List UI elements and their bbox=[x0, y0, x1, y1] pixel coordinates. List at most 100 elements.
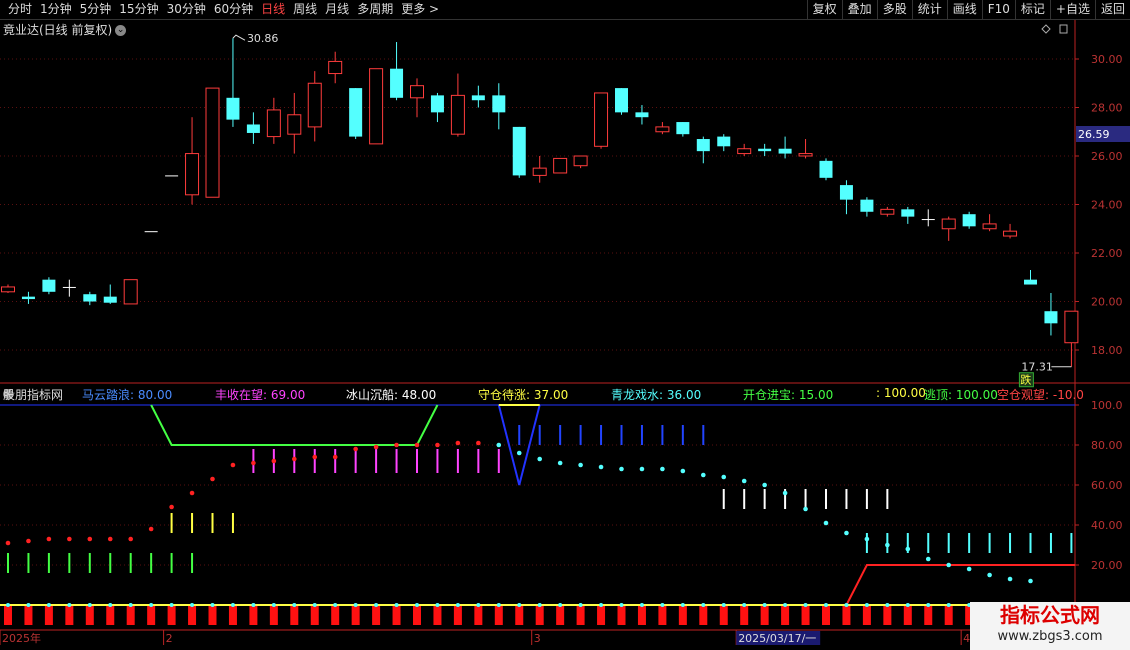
candle-body bbox=[615, 88, 628, 113]
indicator-dot bbox=[946, 562, 951, 568]
indicator-value-label: 守仓待涨: 37.00 bbox=[478, 388, 569, 402]
bottom-bar bbox=[699, 605, 708, 625]
indicator-dot bbox=[578, 462, 583, 468]
zero-dot bbox=[435, 603, 440, 607]
candle-body bbox=[982, 223, 997, 230]
candle-body bbox=[144, 231, 158, 233]
indicator-value-label: 空仓观望: -10.0 bbox=[997, 388, 1084, 402]
candle-body bbox=[287, 114, 302, 135]
indicator-dot bbox=[823, 520, 829, 526]
candle-body bbox=[635, 112, 649, 118]
indicator-dot bbox=[516, 450, 522, 456]
candle-body bbox=[62, 286, 76, 288]
zero-dot bbox=[762, 603, 767, 607]
bottom-bar bbox=[413, 605, 421, 625]
indicator-dot bbox=[1007, 576, 1013, 582]
watermark-title: 指标公式网 bbox=[1000, 603, 1100, 627]
indicator-dot bbox=[455, 440, 461, 446]
candle-body bbox=[410, 85, 424, 99]
zero-dot bbox=[455, 603, 460, 607]
zero-dot bbox=[333, 603, 338, 607]
indicator-dot bbox=[292, 456, 297, 462]
candle-body bbox=[328, 60, 343, 75]
zero-dot bbox=[87, 603, 92, 607]
bottom-bar bbox=[617, 605, 626, 625]
bottom-bar bbox=[188, 605, 197, 625]
indicator-dot bbox=[373, 444, 379, 450]
candle-body bbox=[1064, 310, 1079, 344]
indicator-dot bbox=[639, 466, 645, 472]
zero-dot bbox=[742, 603, 747, 607]
bottom-bar bbox=[637, 605, 646, 625]
candle-body bbox=[512, 126, 526, 176]
bottom-bar bbox=[372, 605, 381, 625]
y-tick-label: 20.00 bbox=[1091, 296, 1123, 309]
y-tick-label: 28.00 bbox=[1091, 102, 1123, 115]
candle-body bbox=[819, 160, 833, 178]
bottom-bar bbox=[678, 605, 687, 625]
indicator-dot bbox=[680, 468, 686, 474]
indicator-value-label: : 100.00 bbox=[876, 386, 926, 400]
y-tick-label: 26.00 bbox=[1091, 150, 1123, 163]
bottom-bar bbox=[167, 605, 176, 625]
window-icon bbox=[1059, 24, 1068, 34]
candle-body bbox=[266, 109, 281, 138]
candle-body bbox=[901, 209, 915, 217]
indicator-dot bbox=[46, 536, 52, 542]
indicator-dot bbox=[803, 506, 808, 512]
candle-body bbox=[1003, 230, 1018, 237]
bottom-bar bbox=[924, 605, 933, 625]
candle-body bbox=[778, 148, 792, 154]
indicator-dot bbox=[26, 538, 31, 544]
indicator-dot bbox=[87, 536, 93, 542]
bottom-bar bbox=[126, 605, 135, 625]
bottom-bar bbox=[883, 605, 892, 625]
x-tick-label: 2025年 bbox=[2, 631, 41, 645]
watermark-url: www.zbgs3.com bbox=[997, 629, 1103, 644]
watermark: 指标公式网 www.zbgs3.com bbox=[970, 602, 1130, 650]
zero-dot bbox=[599, 603, 604, 607]
indicator-name[interactable]: 股朋指标网 bbox=[3, 388, 63, 402]
zero-dot bbox=[558, 603, 563, 607]
indicator-value-label: 马云踏浪: 80.00 bbox=[82, 388, 173, 402]
zero-dot bbox=[128, 603, 133, 607]
candle-body bbox=[737, 148, 752, 155]
kline-chart[interactable]: 30.00 28.00 26.00 24.00 22.00 20.00 18.00 30.86… bbox=[0, 0, 1130, 650]
candle-body bbox=[553, 157, 568, 174]
indicator-dot bbox=[230, 462, 236, 468]
indicator-value-label: 开仓进宝: 15.00 bbox=[743, 388, 834, 402]
bottom-bar bbox=[147, 605, 156, 625]
indicator-dot bbox=[762, 482, 767, 488]
indicator-dot bbox=[332, 454, 338, 460]
y-tick-label: 40.00 bbox=[1091, 519, 1123, 532]
bottom-bar bbox=[658, 605, 667, 625]
price-badge: 26.59 bbox=[1078, 128, 1110, 141]
candle-body bbox=[573, 155, 588, 167]
high-pointer bbox=[232, 34, 246, 41]
bottom-bar bbox=[842, 605, 851, 625]
bottom-bar bbox=[351, 605, 360, 625]
candle-body bbox=[594, 92, 609, 147]
zero-dot bbox=[415, 603, 419, 607]
zero-dot bbox=[108, 603, 113, 607]
red-step-line bbox=[845, 564, 1075, 606]
zero-dot bbox=[394, 603, 399, 607]
candle-body bbox=[941, 218, 956, 230]
candle-body bbox=[430, 95, 444, 113]
candle-body bbox=[717, 136, 731, 147]
y-tick-label: 22.00 bbox=[1091, 247, 1123, 260]
candle-body bbox=[123, 279, 138, 305]
indicator-dot bbox=[5, 540, 11, 546]
indicator-dot bbox=[701, 472, 706, 478]
candle-body bbox=[450, 94, 465, 135]
candle-body bbox=[103, 296, 117, 303]
bottom-bar bbox=[862, 605, 871, 625]
candle-body bbox=[676, 122, 690, 135]
indicator-dot bbox=[598, 464, 604, 470]
indicator-dot bbox=[67, 536, 72, 542]
bottom-bar bbox=[719, 605, 728, 625]
bottom-bar bbox=[392, 605, 401, 625]
candle-body bbox=[369, 68, 384, 145]
zero-dot bbox=[26, 603, 31, 607]
zero-dot bbox=[701, 603, 706, 607]
